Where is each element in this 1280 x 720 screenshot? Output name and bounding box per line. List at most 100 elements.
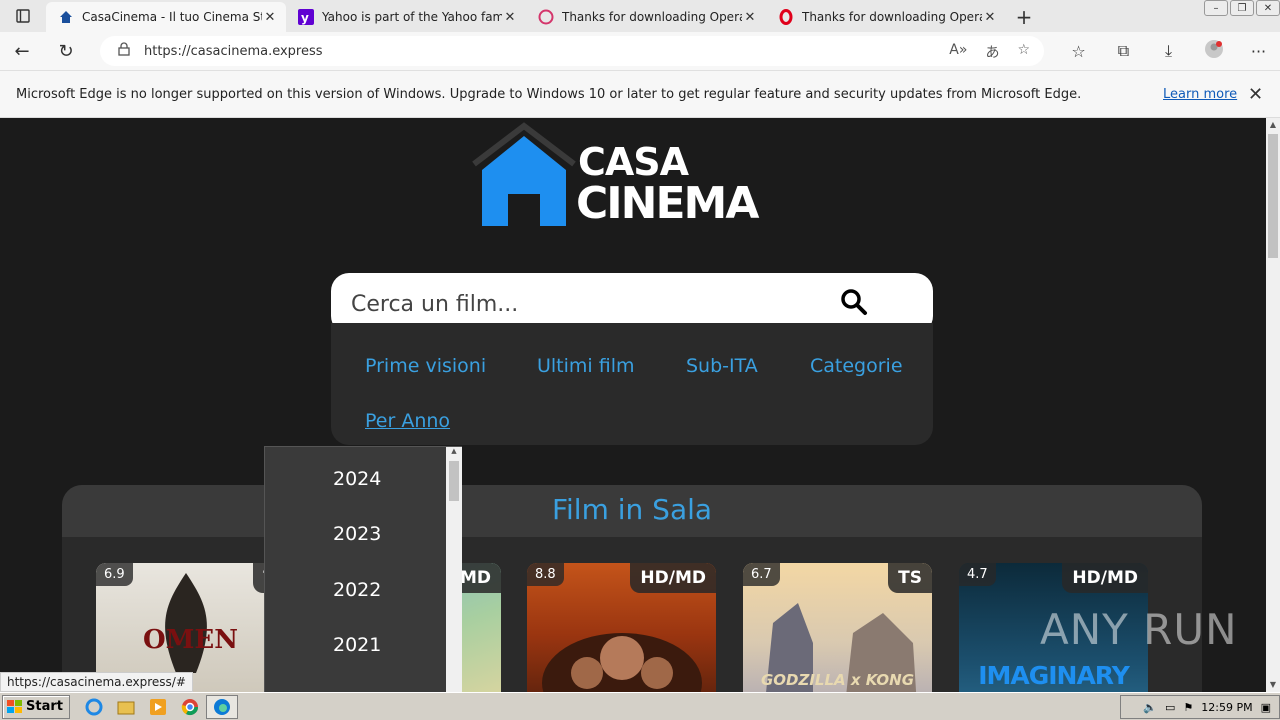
url-text: https://casacinema.express bbox=[144, 43, 323, 59]
learn-more-link[interactable]: Learn more bbox=[1163, 87, 1237, 102]
add-favorite-icon[interactable]: ☆ bbox=[1017, 42, 1030, 62]
year-dropdown: 2024 2023 2022 2021 ▲ bbox=[264, 446, 462, 692]
refresh-icon: ↻ bbox=[58, 40, 74, 62]
start-label: Start bbox=[26, 699, 63, 714]
chrome-icon[interactable] bbox=[174, 695, 206, 719]
menu-categorie[interactable]: Categorie bbox=[810, 355, 903, 377]
tab-bar: CasaCinema - Il tuo Cinema Stre ✕ y Yaho… bbox=[0, 0, 1280, 32]
close-infobar-icon[interactable]: ✕ bbox=[1248, 84, 1263, 105]
page-scrollbar[interactable]: ▲ ▼ bbox=[1266, 118, 1280, 692]
rating-badge: 6.9 bbox=[96, 563, 133, 586]
logo-text-cinema: CINEMA bbox=[576, 178, 759, 229]
movie-card[interactable]: 8.8 HD/MD bbox=[527, 563, 716, 692]
lock-icon bbox=[118, 42, 130, 60]
tab-actions-button[interactable] bbox=[0, 0, 46, 32]
scroll-up-icon[interactable]: ▲ bbox=[1266, 118, 1280, 132]
menu-per-anno[interactable]: Per Anno bbox=[365, 410, 450, 432]
windows-logo-icon bbox=[7, 699, 22, 713]
section-header: Film in Sala bbox=[62, 485, 1202, 537]
anyrun-watermark: ANY RUN bbox=[1040, 605, 1238, 654]
favorites-icon[interactable]: ☆ bbox=[1056, 42, 1101, 61]
close-window-button[interactable]: ✕ bbox=[1256, 0, 1280, 16]
status-url: https://casacinema.express/# bbox=[0, 672, 193, 692]
window-controls: – ❐ ✕ bbox=[1202, 0, 1280, 18]
profile-avatar-icon[interactable] bbox=[1191, 39, 1236, 63]
read-aloud-icon[interactable]: A» bbox=[949, 42, 967, 62]
search-icon[interactable] bbox=[839, 287, 869, 317]
toolbar-icons: ☆ ⧉ ⤓ ··· bbox=[1056, 32, 1280, 70]
unsupported-browser-infobar: Microsoft Edge is no longer supported on… bbox=[0, 70, 1280, 118]
tab-yahoo[interactable]: y Yahoo is part of the Yahoo family ✕ bbox=[286, 2, 526, 32]
tab-title: Thanks for downloading Opera bbox=[562, 10, 742, 24]
home-icon bbox=[58, 9, 74, 25]
taskbar: Start 🔈 ▭ ⚑ 12:59 PM ▣ bbox=[0, 692, 1280, 720]
quality-badge: HD/MD bbox=[630, 563, 716, 593]
clock: 12:59 PM bbox=[1201, 700, 1253, 714]
collections-icon[interactable]: ⧉ bbox=[1101, 41, 1146, 61]
scroll-down-icon[interactable]: ▼ bbox=[1266, 678, 1280, 692]
restore-button[interactable]: ❐ bbox=[1230, 0, 1254, 16]
media-player-icon[interactable] bbox=[142, 695, 174, 719]
poster-title: OMEN bbox=[142, 625, 238, 655]
menu-ultimi-film[interactable]: Ultimi film bbox=[537, 355, 635, 377]
house-logo-icon bbox=[472, 122, 576, 226]
close-tab-icon[interactable]: ✕ bbox=[502, 10, 518, 25]
minimize-button[interactable]: – bbox=[1204, 0, 1228, 16]
film-in-sala-section: Film in Sala OMEN 6.9 T MD 8.8 HD/MD GOD… bbox=[62, 485, 1202, 692]
system-tray: 🔈 ▭ ⚑ 12:59 PM ▣ bbox=[1120, 695, 1280, 719]
opera-icon bbox=[538, 9, 554, 25]
tab-title: Yahoo is part of the Yahoo family bbox=[322, 10, 502, 24]
scroll-up-icon[interactable]: ▲ bbox=[446, 447, 462, 459]
flag-icon[interactable]: ⚑ bbox=[1183, 701, 1193, 714]
year-option-2024[interactable]: 2024 bbox=[333, 468, 381, 490]
quality-badge: HD/MD bbox=[1062, 563, 1148, 593]
new-tab-button[interactable]: + bbox=[1006, 2, 1042, 32]
volume-icon[interactable]: 🔈 bbox=[1143, 701, 1157, 714]
dropdown-scrollbar[interactable]: ▲ bbox=[446, 447, 462, 692]
downloads-icon[interactable]: ⤓ bbox=[1146, 41, 1191, 61]
show-desktop-icon[interactable]: ▣ bbox=[1261, 701, 1271, 714]
network-icon[interactable]: ▭ bbox=[1165, 701, 1175, 714]
tab-opera-2[interactable]: Thanks for downloading Opera ✕ bbox=[766, 2, 1006, 32]
explorer-icon[interactable] bbox=[110, 695, 142, 719]
year-option-2023[interactable]: 2023 bbox=[333, 523, 381, 545]
movie-card[interactable]: GODZILLA x KONG 6.7 TS bbox=[743, 563, 932, 692]
edge-icon[interactable] bbox=[205, 694, 238, 719]
translate-icon[interactable]: あ bbox=[985, 42, 999, 62]
svg-text:y: y bbox=[301, 11, 309, 25]
rating-badge: 8.8 bbox=[527, 563, 564, 586]
tab-opera-1[interactable]: Thanks for downloading Opera ✕ bbox=[526, 2, 766, 32]
page-scroll-thumb[interactable] bbox=[1268, 134, 1278, 258]
main-menu: Prime visioni Ultimi film Sub-ITA Catego… bbox=[331, 323, 933, 445]
poster-title: GODZILLA x KONG bbox=[760, 671, 915, 689]
rating-badge: 4.7 bbox=[959, 563, 996, 586]
site-logo[interactable]: CASA CINEMA bbox=[472, 122, 802, 232]
url-field[interactable]: https://casacinema.express A» あ ☆ bbox=[100, 36, 1044, 66]
tab-actions-icon bbox=[16, 9, 30, 23]
menu-prime-visioni[interactable]: Prime visioni bbox=[365, 355, 486, 377]
infobar-message: Microsoft Edge is no longer supported on… bbox=[16, 86, 1082, 102]
start-button[interactable]: Start bbox=[2, 694, 70, 719]
quality-badge: TS bbox=[888, 563, 932, 593]
url-actions: A» あ ☆ bbox=[949, 42, 1030, 62]
tab-casacinema[interactable]: CasaCinema - Il tuo Cinema Stre ✕ bbox=[46, 2, 286, 32]
close-tab-icon[interactable]: ✕ bbox=[982, 10, 998, 25]
dropdown-scroll-thumb[interactable] bbox=[449, 461, 459, 501]
search-input[interactable] bbox=[351, 285, 831, 323]
menu-sub-ita[interactable]: Sub-ITA bbox=[686, 355, 758, 377]
close-tab-icon[interactable]: ✕ bbox=[742, 10, 758, 25]
back-arrow-icon: ← bbox=[14, 40, 30, 62]
ie-icon[interactable] bbox=[78, 695, 110, 719]
close-tab-icon[interactable]: ✕ bbox=[262, 10, 278, 25]
poster-title: IMAGINARY bbox=[978, 661, 1130, 690]
tab-title: Thanks for downloading Opera bbox=[802, 10, 982, 24]
opera-icon bbox=[778, 9, 794, 25]
more-options-icon[interactable]: ··· bbox=[1236, 42, 1280, 61]
refresh-button[interactable]: ↻ bbox=[44, 32, 88, 70]
year-option-2022[interactable]: 2022 bbox=[333, 579, 381, 601]
year-option-2021[interactable]: 2021 bbox=[333, 634, 381, 656]
back-button[interactable]: ← bbox=[0, 32, 44, 70]
yahoo-icon: y bbox=[298, 9, 314, 25]
rating-badge: 6.7 bbox=[743, 563, 780, 586]
section-title: Film in Sala bbox=[551, 493, 713, 526]
